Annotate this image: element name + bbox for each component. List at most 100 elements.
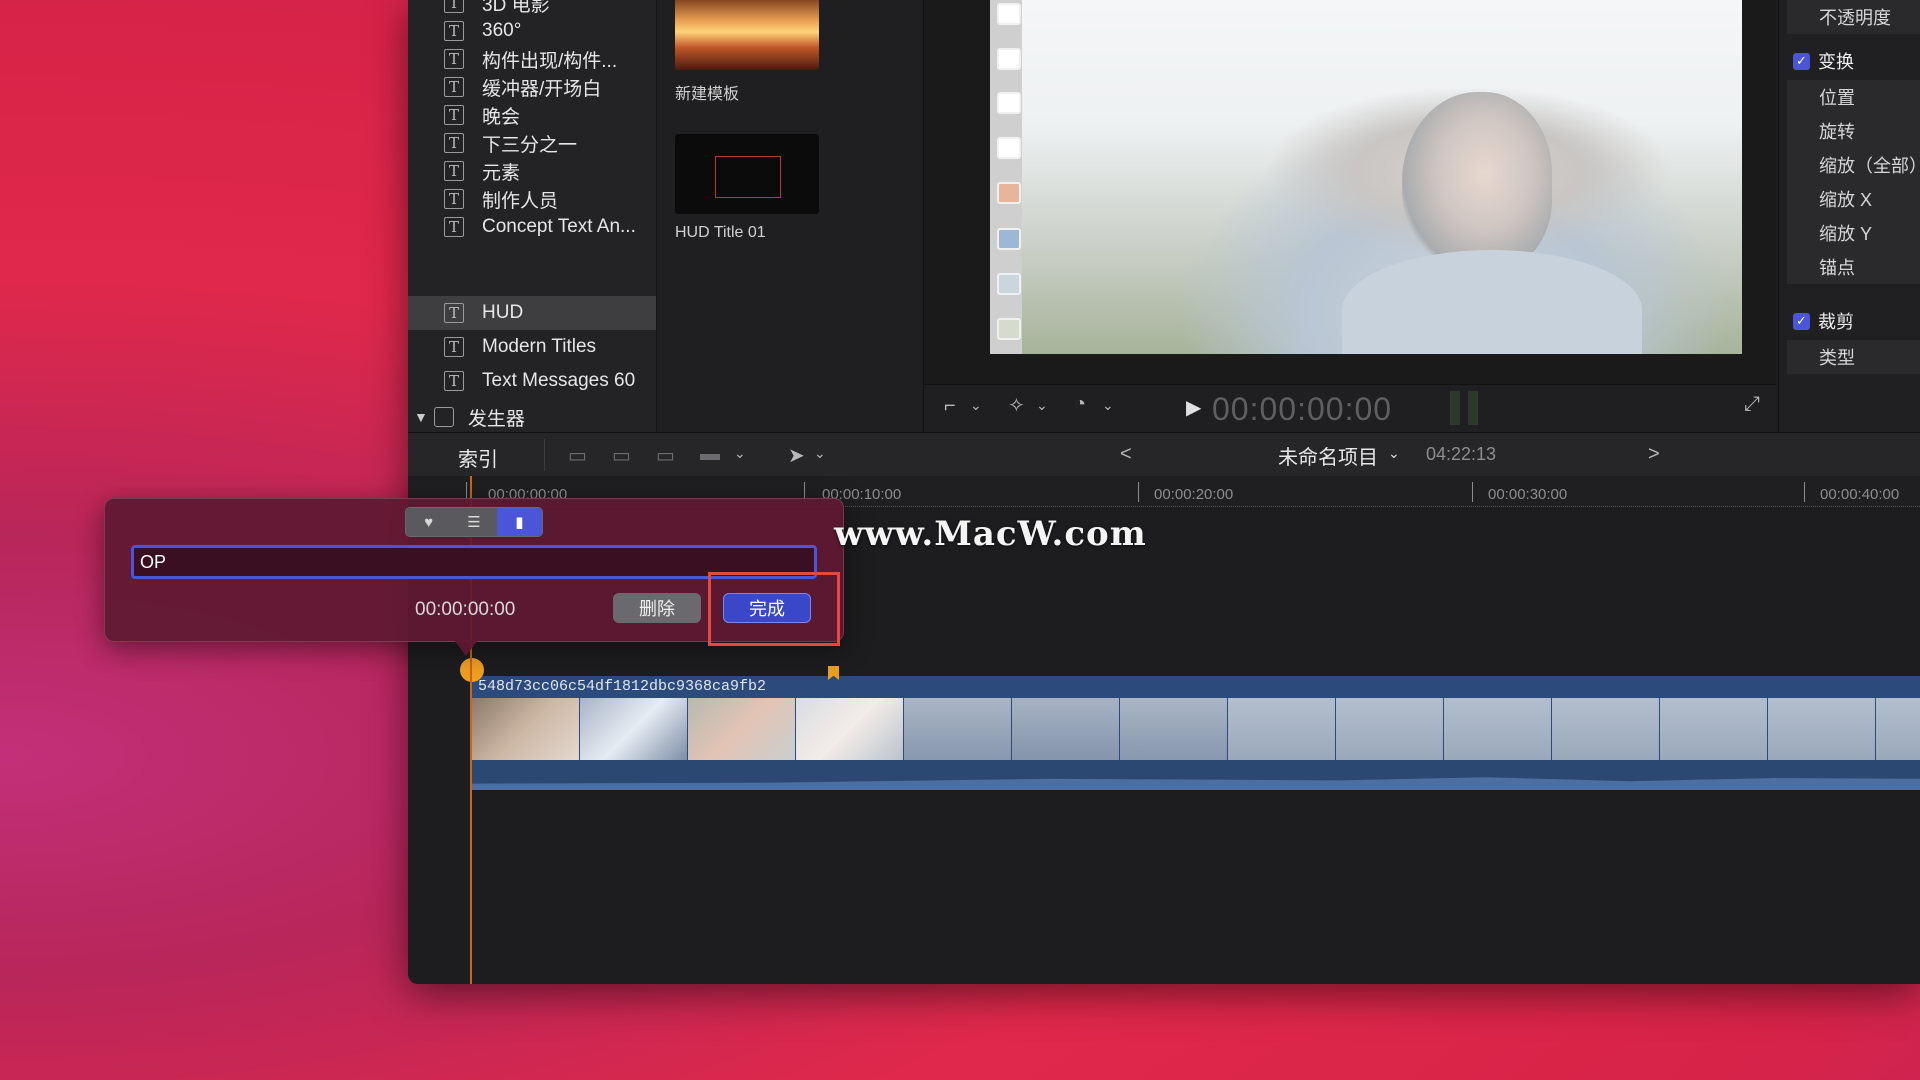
crop-icon[interactable]: ⌐ — [944, 395, 956, 418]
sidebar-item-hud[interactable]: T HUD — [408, 296, 656, 330]
swatch[interactable] — [997, 92, 1021, 114]
connect-clip-icon[interactable]: ▭ — [568, 443, 587, 468]
insert-clip-icon[interactable]: ▭ — [612, 443, 631, 468]
clip-frame — [1336, 698, 1444, 760]
clip-frame — [1120, 698, 1228, 760]
clip-frame — [472, 698, 580, 760]
chevron-down-icon[interactable]: ⌄ — [970, 397, 982, 414]
video-preview[interactable] — [1022, 0, 1742, 354]
hud-title-preview-graphic — [715, 156, 781, 198]
inspector: 不透明度 ✓ 变换 位置 旋转 缩放（全部） 缩放 X 缩放 Y 锚点 ✓ 裁剪 类… — [1778, 0, 1920, 432]
clip-frame — [796, 698, 904, 760]
previous-icon[interactable]: < — [1120, 443, 1132, 466]
clip-frame — [1444, 698, 1552, 760]
fullscreen-icon[interactable]: ⤢ — [1744, 393, 1760, 416]
hud-title-thumbnail[interactable] — [675, 134, 819, 214]
viewer — [924, 0, 1776, 384]
audio-waveform[interactable] — [472, 760, 1920, 790]
watermark: www.MacW.com — [834, 514, 1147, 554]
viewer-timecode: 00:00:00:00 — [1212, 391, 1393, 427]
clip-frame — [580, 698, 688, 760]
magic-wand-icon[interactable]: ✧ — [1008, 393, 1025, 418]
title-icon: T — [444, 303, 464, 323]
title-icon: T — [444, 161, 464, 181]
swatch[interactable] — [997, 48, 1021, 70]
clip-frame — [1768, 698, 1876, 760]
crop-section[interactable]: ✓ 裁剪 — [1787, 304, 1920, 338]
overwrite-clip-icon[interactable]: ▬ — [700, 443, 720, 466]
disclosure-triangle-icon[interactable]: ▼ — [414, 409, 428, 425]
clip-filmstrip[interactable] — [472, 698, 1920, 760]
play-icon[interactable]: ▶ — [1186, 395, 1201, 420]
sidebar-item-modern-titles[interactable]: T Modern Titles — [408, 330, 656, 364]
scale-x-row[interactable]: 缩放 X — [1787, 182, 1920, 216]
clip-frame — [1876, 698, 1920, 760]
chevron-down-icon[interactable]: ⌄ — [1388, 445, 1400, 462]
index-button[interactable]: 索引 — [458, 443, 498, 472]
scale-all-row[interactable]: 缩放（全部） — [1787, 148, 1920, 182]
clip-name-bar[interactable]: 548d73cc06c54df1812dbc9368ca9fb2 — [472, 676, 1920, 698]
title-icon: T — [444, 77, 464, 97]
scale-y-row[interactable]: 缩放 Y — [1787, 216, 1920, 250]
chapter-marker-icon[interactable]: ▮ — [496, 508, 542, 536]
swatch[interactable] — [997, 273, 1021, 295]
standard-marker-icon[interactable]: ♥ — [406, 508, 452, 536]
project-title[interactable]: 未命名项目 — [1278, 441, 1378, 470]
sidebar-item-concept-text[interactable]: T Concept Text An... — [408, 210, 656, 244]
chevron-down-icon[interactable]: ⌄ — [1036, 397, 1048, 414]
todo-marker-icon[interactable]: ☰ — [451, 508, 497, 536]
title-icon: T — [444, 217, 464, 237]
person-silhouette — [1402, 92, 1552, 272]
title-icon: T — [444, 133, 464, 153]
sidebar-item-generators[interactable]: ▼ 发生器 — [408, 400, 656, 434]
chapter-marker[interactable] — [460, 658, 484, 682]
ruler-tick — [1138, 482, 1139, 502]
template-label: 新建模板 — [675, 86, 740, 103]
anchor-row[interactable]: 锚点 — [1787, 250, 1920, 284]
waveform-shape — [472, 777, 1920, 790]
swatch[interactable] — [997, 137, 1021, 159]
generator-icon — [433, 407, 454, 427]
new-template-thumbnail[interactable] — [675, 0, 819, 70]
swatch[interactable] — [997, 228, 1021, 250]
next-icon[interactable]: > — [1648, 443, 1660, 466]
ruler-tick — [1472, 482, 1473, 502]
position-row[interactable]: 位置 — [1787, 80, 1920, 114]
chevron-down-icon[interactable]: ⌄ — [734, 445, 746, 462]
ruler-tick — [1804, 482, 1805, 502]
sidebar-item-text-messages[interactable]: T Text Messages 60 — [408, 364, 656, 398]
title-icon: T — [444, 189, 464, 209]
speed-icon[interactable]: ◔ — [1074, 393, 1086, 416]
checkbox-icon[interactable]: ✓ — [1793, 52, 1810, 70]
ruler-tick-label: 00:00:30:00 — [1488, 486, 1568, 503]
checkbox-icon[interactable]: ✓ — [1793, 312, 1810, 330]
chevron-down-icon[interactable]: ⌄ — [1102, 397, 1114, 414]
delete-button[interactable]: 删除 — [613, 593, 701, 623]
clip-frame — [1228, 698, 1336, 760]
ruler-tick-label: 00:00:40:00 — [1820, 486, 1900, 503]
crop-type-row[interactable]: 类型 — [1787, 340, 1920, 374]
marker-type-segmented-control: ♥ ☰ ▮ — [405, 507, 543, 537]
chevron-down-icon[interactable]: ⌄ — [814, 445, 826, 462]
clip-frame — [1660, 698, 1768, 760]
divider — [544, 439, 545, 471]
template-label: HUD Title 01 — [675, 224, 766, 241]
clip-frame — [688, 698, 796, 760]
swatch[interactable] — [997, 182, 1021, 204]
select-tool-icon[interactable]: ➤ — [788, 443, 805, 468]
timeline-toolbar: 索引 ▭ ▭ ▭ ▬ ⌄ ➤ ⌄ < 未命名项目 ⌄ 04:22:13 > — [408, 432, 1920, 478]
transform-section[interactable]: ✓ 变换 — [1787, 44, 1920, 78]
title-icon: T — [444, 0, 464, 13]
popover-pointer — [454, 640, 478, 656]
clip-frame — [904, 698, 1012, 760]
swatch[interactable] — [997, 318, 1021, 340]
ruler-tick-label: 00:00:20:00 — [1154, 486, 1234, 503]
append-clip-icon[interactable]: ▭ — [656, 443, 675, 468]
title-icon: T — [444, 337, 464, 357]
project-duration: 04:22:13 — [1426, 444, 1497, 464]
rotation-row[interactable]: 旋转 — [1787, 114, 1920, 148]
viewer-toolbar: ⌐ ⌄ ✧ ⌄ ◔ ⌄ ▶ 00:00:00:00 ⤢ — [924, 384, 1776, 433]
title-category-sidebar: T 3D 电影 T 360° T 构件出现/构件... T 缓冲器/开场白 T 晚会 T下… — [408, 0, 657, 432]
opacity-row[interactable]: 不透明度 — [1787, 0, 1920, 34]
swatch[interactable] — [997, 3, 1021, 25]
